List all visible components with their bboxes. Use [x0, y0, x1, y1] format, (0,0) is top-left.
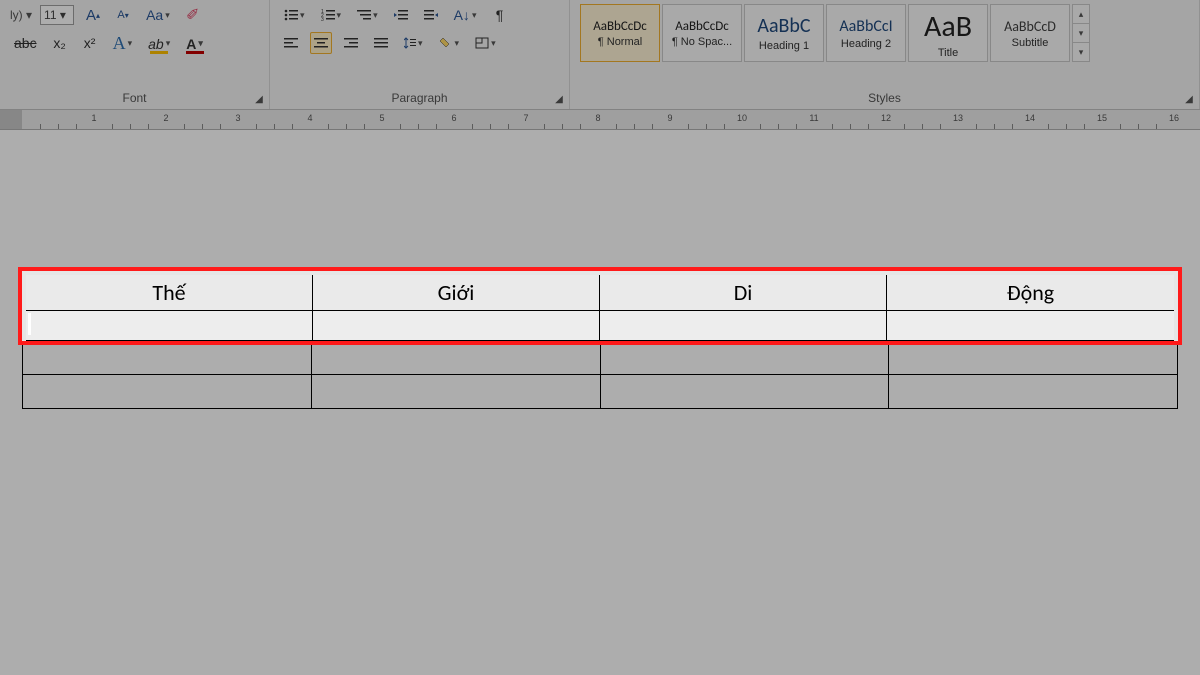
- table-row[interactable]: [23, 307, 1178, 341]
- word-table[interactable]: Thế Giới Di Động: [22, 270, 1178, 409]
- numbering-button[interactable]: 123: [317, 4, 346, 26]
- ruler-number: 3: [235, 113, 240, 123]
- decrease-indent-button[interactable]: [390, 4, 412, 26]
- style-subtitle[interactable]: AaBbCcD Subtitle: [990, 4, 1070, 62]
- ruler-number: 2: [163, 113, 168, 123]
- table-cell[interactable]: Di: [600, 271, 889, 307]
- table-cell[interactable]: Động: [889, 271, 1178, 307]
- table-cell[interactable]: [23, 307, 312, 341]
- document-area[interactable]: Thế Giới Di Động: [0, 130, 1200, 675]
- styles-scroll[interactable]: ▴ ▾ ▾: [1072, 4, 1090, 62]
- font-family-cut: ly) ▾: [10, 8, 32, 22]
- font-dialog-launcher[interactable]: ◢: [253, 93, 265, 105]
- align-left-button[interactable]: [280, 32, 302, 54]
- shrink-font-button[interactable]: A▾: [112, 4, 134, 26]
- table-cell[interactable]: [311, 375, 600, 409]
- table-cell[interactable]: [600, 307, 889, 341]
- table-cell[interactable]: [311, 341, 600, 375]
- shading-button[interactable]: [435, 32, 464, 54]
- ribbon-group-styles: AaBbCcDc ¶ Normal AaBbCcDc ¶ No Spac... …: [570, 0, 1200, 109]
- table-row[interactable]: Thế Giới Di Động: [23, 271, 1178, 307]
- ruler-number: 8: [595, 113, 600, 123]
- align-right-button[interactable]: [340, 32, 362, 54]
- table-row[interactable]: [23, 341, 1178, 375]
- table-cell[interactable]: [889, 341, 1178, 375]
- ruler-number: 10: [737, 113, 747, 123]
- bullets-button[interactable]: [280, 4, 309, 26]
- table-cell[interactable]: Giới: [311, 271, 600, 307]
- styles-expand[interactable]: ▾: [1073, 43, 1089, 61]
- ruler-number: 9: [667, 113, 672, 123]
- ruler-number: 15: [1097, 113, 1107, 123]
- table-cell[interactable]: [311, 307, 600, 341]
- table-cell[interactable]: [600, 375, 889, 409]
- show-marks-button[interactable]: ¶: [488, 4, 510, 26]
- align-center-button[interactable]: [310, 32, 332, 54]
- font-size-input[interactable]: 11 ▾: [40, 5, 74, 25]
- paragraph-dialog-launcher[interactable]: ◢: [553, 93, 565, 105]
- ruler-number: 6: [451, 113, 456, 123]
- table-cell[interactable]: [889, 307, 1178, 341]
- line-spacing-button[interactable]: [400, 32, 427, 54]
- table-cell[interactable]: [23, 375, 312, 409]
- strike-button[interactable]: abc: [10, 32, 41, 54]
- ruler-number: 7: [523, 113, 528, 123]
- highlight-color-swatch: [150, 51, 168, 54]
- ruler-number: 16: [1169, 113, 1179, 123]
- superscript-button[interactable]: x²: [79, 32, 101, 54]
- sort-button[interactable]: A↓: [450, 4, 481, 26]
- style-normal[interactable]: AaBbCcDc ¶ Normal: [580, 4, 660, 62]
- ruler-number: 4: [307, 113, 312, 123]
- multilevel-button[interactable]: [353, 4, 382, 26]
- ribbon: ly) ▾ 11 ▾ A▴ A▾ Aa ✐ abc x₂ x² A ab A: [0, 0, 1200, 110]
- borders-button[interactable]: [471, 32, 500, 54]
- styles-scroll-up[interactable]: ▴: [1073, 5, 1089, 24]
- subscript-button[interactable]: x₂: [49, 32, 71, 54]
- ruler-number: 1: [91, 113, 96, 123]
- svg-text:3: 3: [321, 17, 324, 21]
- ruler-number: 12: [881, 113, 891, 123]
- paragraph-group-label: Paragraph: [280, 89, 559, 107]
- horizontal-ruler[interactable]: 12345678910111213141516: [0, 110, 1200, 130]
- ruler-number: 13: [953, 113, 963, 123]
- text-effects-button[interactable]: A: [109, 32, 137, 54]
- font-color-swatch: [186, 51, 204, 54]
- styles-dialog-launcher[interactable]: ◢: [1183, 93, 1195, 105]
- table-cell[interactable]: [23, 341, 312, 375]
- ribbon-group-font: ly) ▾ 11 ▾ A▴ A▾ Aa ✐ abc x₂ x² A ab A: [0, 0, 270, 109]
- styles-scroll-down[interactable]: ▾: [1073, 24, 1089, 43]
- style-heading-1[interactable]: AaBbC Heading 1: [744, 4, 824, 62]
- increase-indent-button[interactable]: [420, 4, 442, 26]
- clear-format-button[interactable]: ✐: [182, 4, 204, 26]
- table-cell[interactable]: [600, 341, 889, 375]
- ruler-number: 14: [1025, 113, 1035, 123]
- table-row[interactable]: [23, 375, 1178, 409]
- style-heading-2[interactable]: AaBbCcI Heading 2: [826, 4, 906, 62]
- table-cell[interactable]: Thế: [23, 271, 312, 307]
- table-cell[interactable]: [889, 375, 1178, 409]
- ribbon-group-paragraph: 123 A↓ ¶: [270, 0, 570, 109]
- ruler-number: 11: [809, 113, 818, 123]
- font-group-label: Font: [10, 89, 259, 107]
- ruler-number: 5: [379, 113, 384, 123]
- style-title[interactable]: AaB Title: [908, 4, 988, 62]
- style-no-spacing[interactable]: AaBbCcDc ¶ No Spac...: [662, 4, 742, 62]
- grow-font-button[interactable]: A▴: [82, 4, 104, 26]
- document-page[interactable]: Thế Giới Di Động: [0, 130, 1200, 675]
- justify-button[interactable]: [370, 32, 392, 54]
- styles-group-label: Styles: [580, 89, 1189, 107]
- change-case-button[interactable]: Aa: [142, 4, 174, 26]
- styles-gallery[interactable]: AaBbCcDc ¶ Normal AaBbCcDc ¶ No Spac... …: [580, 4, 1189, 62]
